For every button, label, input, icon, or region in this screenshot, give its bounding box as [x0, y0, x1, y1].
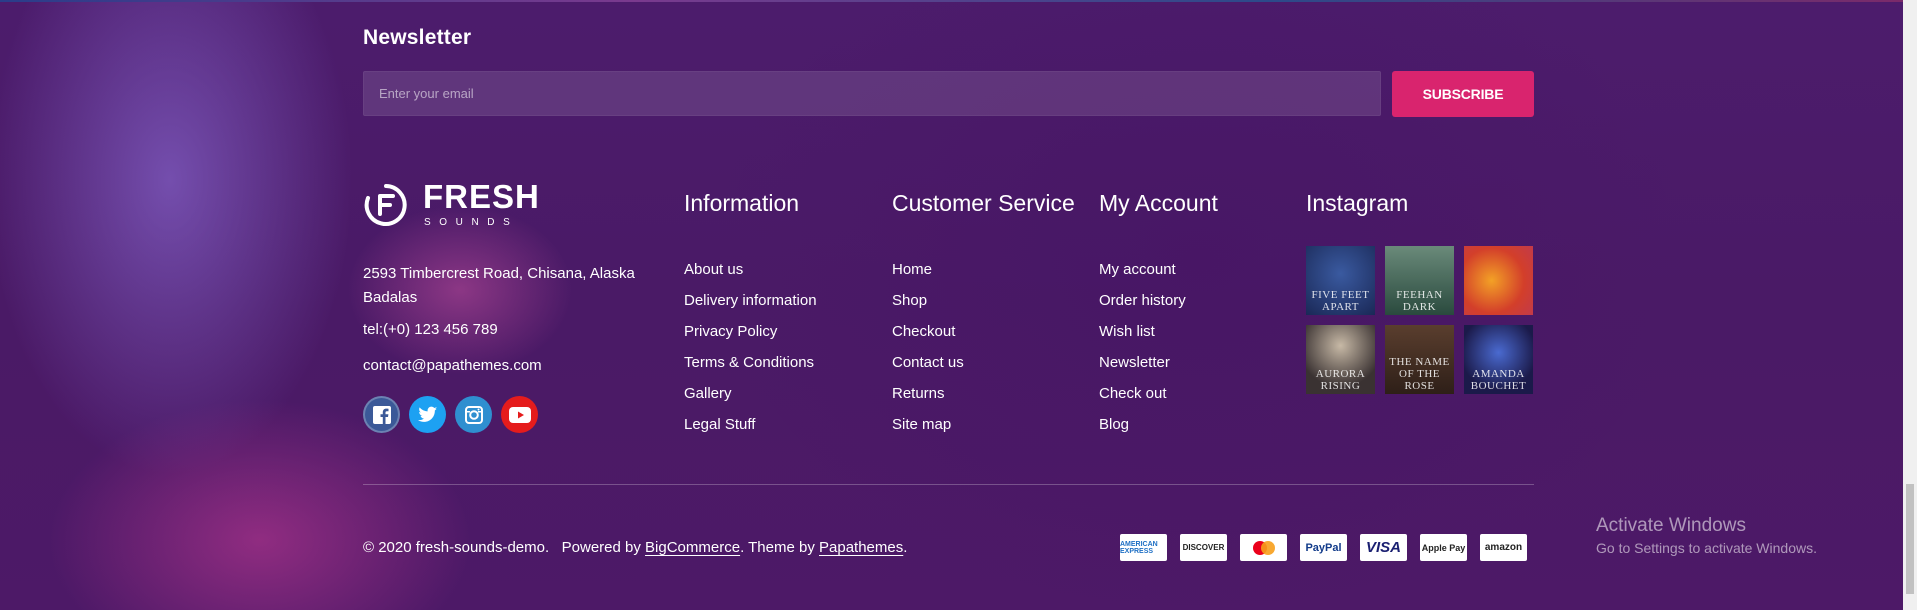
- customer-service-link[interactable]: Contact us: [892, 353, 1075, 373]
- activation-subtitle: Go to Settings to activate Windows.: [1596, 540, 1817, 556]
- information-title: Information: [684, 190, 800, 216]
- top-image-strip: [0, 0, 1903, 2]
- amex-icon: AMERICAN EXPRESS: [1120, 534, 1167, 561]
- instagram-image[interactable]: AMANDA BOUCHET: [1464, 325, 1533, 394]
- my-account-title: My Account: [1099, 190, 1218, 216]
- my-account-link[interactable]: Blog: [1099, 415, 1218, 435]
- windows-activation-notice: Activate Windows Go to Settings to activ…: [1596, 514, 1817, 558]
- customer-service-title: Customer Service: [892, 190, 1075, 216]
- information-link[interactable]: Terms & Conditions: [684, 353, 817, 373]
- contact-phone[interactable]: tel:(+0) 123 456 789: [363, 321, 498, 338]
- information-link[interactable]: About us: [684, 260, 817, 280]
- customer-service-link[interactable]: Checkout: [892, 322, 1075, 342]
- twitter-icon[interactable]: [409, 396, 446, 433]
- instagram-image[interactable]: [1464, 246, 1533, 315]
- paypal-icon: PayPal: [1300, 534, 1347, 561]
- visa-icon: VISA: [1360, 534, 1407, 561]
- my-account-link[interactable]: Check out: [1099, 384, 1218, 404]
- copyright-text: © 2020 fresh-sounds-demo. Powered by Big…: [363, 539, 907, 556]
- copyright-middle: . Theme by: [740, 539, 820, 556]
- my-account-link[interactable]: My account: [1099, 260, 1218, 280]
- logo-word: FRESH: [423, 178, 540, 215]
- instagram-image[interactable]: FIVE FEET APART: [1306, 246, 1375, 315]
- contact-address: 2593 Timbercrest Road, Chisana, Alaska B…: [363, 265, 635, 306]
- footer-divider: [363, 484, 1534, 485]
- instagram-image[interactable]: AURORA RISING: [1306, 325, 1375, 394]
- instagram-image[interactable]: THE NAME OF THE ROSE: [1385, 325, 1454, 394]
- my-account-column: My Account My account Order history Wish…: [1099, 188, 1218, 446]
- customer-service-link[interactable]: Shop: [892, 291, 1075, 311]
- facebook-icon[interactable]: [363, 396, 400, 433]
- payment-methods: AMERICAN EXPRESS DISCOVER PayPal VISA Ap…: [1120, 534, 1527, 561]
- instagram-image[interactable]: FEEHAN DARK: [1385, 246, 1454, 315]
- scrollbar-thumb[interactable]: [1906, 484, 1914, 594]
- logo-mark-icon: [364, 184, 407, 226]
- copyright-suffix: .: [903, 539, 908, 556]
- customer-service-link[interactable]: Home: [892, 260, 1075, 280]
- subscribe-button[interactable]: SUBSCRIBE: [1392, 71, 1534, 117]
- mastercard-icon: [1240, 534, 1287, 561]
- instagram-title: Instagram: [1306, 190, 1409, 216]
- my-account-link[interactable]: Order history: [1099, 291, 1218, 311]
- information-column: Information About us Delivery informatio…: [684, 188, 817, 446]
- customer-service-links: Home Shop Checkout Contact us Returns Si…: [892, 260, 1075, 435]
- information-link[interactable]: Legal Stuff: [684, 415, 817, 435]
- instagram-column: Instagram: [1306, 188, 1408, 218]
- amazon-pay-icon: amazon: [1480, 534, 1527, 561]
- apple-pay-icon: Apple Pay: [1420, 534, 1467, 561]
- page-scrollbar[interactable]: [1903, 0, 1917, 610]
- activation-title: Activate Windows: [1596, 515, 1746, 536]
- instagram-grid: FIVE FEET APART FEEHAN DARK AURORA RISIN…: [1306, 246, 1533, 394]
- my-account-link[interactable]: Newsletter: [1099, 353, 1218, 373]
- customer-service-link[interactable]: Returns: [892, 384, 1075, 404]
- youtube-icon[interactable]: [501, 396, 538, 433]
- information-link[interactable]: Delivery information: [684, 291, 817, 311]
- copyright-prefix: © 2020 fresh-sounds-demo. Powered by: [363, 539, 646, 556]
- my-account-links: My account Order history Wish list Newsl…: [1099, 260, 1218, 435]
- information-link[interactable]: Privacy Policy: [684, 322, 817, 342]
- fresh-sounds-logo[interactable]: FRESH SOUNDS: [363, 180, 539, 230]
- discover-icon: DISCOVER: [1180, 534, 1227, 561]
- social-links: [363, 396, 538, 433]
- information-links: About us Delivery information Privacy Po…: [684, 260, 817, 435]
- papathemes-link[interactable]: Papathemes: [819, 539, 903, 556]
- my-account-link[interactable]: Wish list: [1099, 322, 1218, 342]
- contact-email[interactable]: contact@papathemes.com: [363, 357, 542, 374]
- customer-service-link[interactable]: Site map: [892, 415, 1075, 435]
- customer-service-column: Customer Service Home Shop Checkout Cont…: [892, 188, 1075, 446]
- bigcommerce-link[interactable]: BigCommerce: [645, 539, 740, 556]
- newsletter-title: Newsletter: [363, 26, 472, 49]
- newsletter-email-input[interactable]: [363, 71, 1381, 116]
- instagram-icon[interactable]: [455, 396, 492, 433]
- logo-subtitle: SOUNDS: [424, 217, 519, 228]
- information-link[interactable]: Gallery: [684, 384, 817, 404]
